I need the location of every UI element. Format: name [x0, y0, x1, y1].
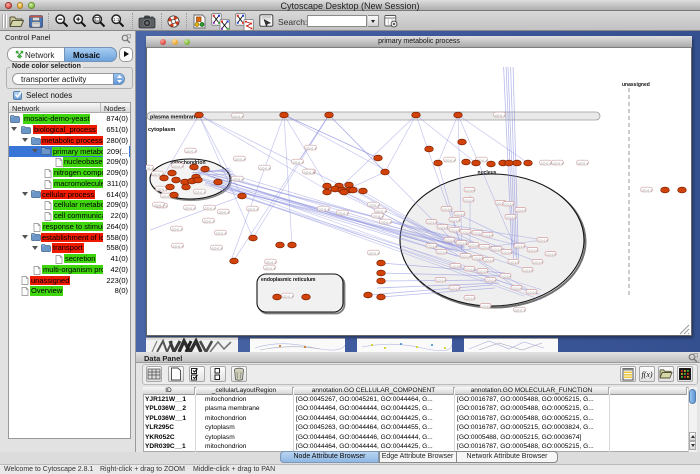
svg-text:GO-0.4: GO-0.4 [504, 202, 514, 206]
svg-text:GO-0..4: GO-0..4 [195, 190, 206, 194]
svg-text:GO-0..4: GO-0..4 [260, 166, 271, 170]
svg-text:GO-0.4: GO-0.4 [465, 188, 475, 192]
svg-text:GO-0..4: GO-0..4 [293, 160, 304, 164]
svg-text:GO-0..4: GO-0..4 [306, 146, 317, 150]
svg-text:GO-0..4: GO-0..4 [173, 244, 184, 248]
svg-text:GO-0..4: GO-0..4 [541, 161, 552, 165]
svg-text:GO-0.4: GO-0.4 [486, 278, 496, 282]
svg-text:GO-0.4: GO-0.4 [515, 244, 525, 248]
svg-text:GO-0..4: GO-0..4 [185, 206, 196, 210]
svg-text:GO-0..4: GO-0..4 [233, 114, 244, 118]
svg-text:GO-0.4: GO-0.4 [483, 233, 493, 237]
svg-text:GO-0..4: GO-0..4 [219, 210, 230, 214]
svg-text:GO-0..4: GO-0..4 [381, 220, 392, 224]
svg-text:GO-0.4: GO-0.4 [457, 241, 467, 245]
svg-text:GO-0..4: GO-0..4 [212, 246, 223, 250]
svg-text:GO-0..4: GO-0..4 [445, 158, 456, 162]
svg-text:GO-0.4: GO-0.4 [437, 250, 447, 254]
svg-text:GO-0..4: GO-0..4 [553, 161, 564, 165]
svg-text:GO-0.4: GO-0.4 [501, 274, 511, 278]
svg-text:GO-0.4: GO-0.4 [461, 230, 471, 234]
svg-text:GO-0..4: GO-0..4 [369, 203, 380, 207]
svg-text:GO-0..4: GO-0..4 [216, 231, 227, 235]
svg-text:GO-0..4: GO-0..4 [304, 170, 315, 174]
svg-text:GO-0.4: GO-0.4 [528, 248, 538, 252]
svg-text:GO-0.4: GO-0.4 [546, 252, 556, 256]
svg-text:f(x): f(x) [641, 370, 652, 379]
svg-text:GO-0.4: GO-0.4 [484, 258, 494, 262]
svg-text:1:1: 1:1 [113, 17, 120, 22]
svg-text:GO-0.4: GO-0.4 [502, 250, 512, 254]
svg-text:GO-0..4: GO-0..4 [495, 113, 506, 117]
svg-text:GO-0.4: GO-0.4 [436, 278, 446, 282]
svg-text:GO-0.4: GO-0.4 [465, 267, 475, 271]
svg-text:GO-0..4: GO-0..4 [173, 164, 184, 168]
svg-text:GO-0.4: GO-0.4 [480, 245, 490, 249]
svg-text:cytoplasm: cytoplasm [148, 127, 175, 133]
svg-text:GO-0..4: GO-0..4 [146, 166, 154, 170]
svg-text:GO-0.4: GO-0.4 [445, 238, 455, 242]
svg-text:GO-0.4: GO-0.4 [516, 208, 526, 212]
svg-text:GO-0.4: GO-0.4 [473, 231, 483, 235]
svg-text:GO-0..4: GO-0..4 [186, 149, 197, 153]
svg-text:GO-0..4: GO-0..4 [642, 188, 653, 192]
svg-text:GO-0.4: GO-0.4 [478, 269, 488, 273]
svg-text:GO-0.4: GO-0.4 [527, 290, 537, 294]
svg-text:GO-0.4: GO-0.4 [481, 304, 491, 308]
svg-text:GO-0..4: GO-0..4 [338, 211, 349, 215]
svg-text:GO-0.4: GO-0.4 [438, 225, 448, 229]
svg-text:endoplasmic reticulum: endoplasmic reticulum [261, 277, 316, 283]
svg-text:GO-0.4: GO-0.4 [450, 286, 460, 290]
svg-text:GO-0.4: GO-0.4 [469, 243, 479, 247]
svg-text:GO-0..4: GO-0..4 [515, 308, 526, 312]
svg-text:unassigned: unassigned [622, 82, 650, 88]
svg-text:GO-0..4: GO-0..4 [235, 157, 246, 161]
svg-text:GO-0..4: GO-0..4 [283, 294, 294, 298]
svg-text:GO-0.4: GO-0.4 [512, 286, 522, 290]
svg-text:GO-0..4: GO-0..4 [578, 161, 589, 165]
svg-text:GO-0.4: GO-0.4 [492, 247, 502, 251]
svg-text:GO-0..4: GO-0..4 [172, 227, 183, 231]
svg-text:plasma membrane: plasma membrane [150, 115, 198, 121]
svg-text:GO-0.4: GO-0.4 [533, 260, 543, 264]
svg-text:GO-0.4: GO-0.4 [451, 264, 461, 268]
svg-text:GO-0.4: GO-0.4 [450, 228, 460, 232]
svg-text:GO-0.4: GO-0.4 [427, 244, 437, 248]
svg-text:GO-0..4: GO-0..4 [205, 206, 216, 210]
svg-text:GO-0..4: GO-0..4 [154, 203, 165, 207]
svg-text:GO-0.4: GO-0.4 [538, 238, 548, 242]
svg-text:GO-0.4: GO-0.4 [506, 215, 516, 219]
svg-text:nucleus: nucleus [478, 170, 497, 176]
svg-text:GO-0..4: GO-0..4 [319, 207, 330, 211]
svg-text:GO-0..4: GO-0..4 [369, 251, 380, 255]
svg-text:GO-0..4: GO-0..4 [204, 219, 215, 223]
svg-text:GO-0.4: GO-0.4 [427, 220, 437, 224]
svg-text:GO-0.4: GO-0.4 [455, 212, 465, 216]
svg-text:GO-0.4: GO-0.4 [523, 268, 533, 272]
svg-text:GO-0.4: GO-0.4 [473, 256, 483, 260]
svg-text:GO-0..4: GO-0..4 [233, 177, 244, 181]
svg-text:GO-0.4: GO-0.4 [465, 296, 475, 300]
svg-text:GO-0..4: GO-0..4 [265, 266, 276, 270]
svg-text:GO-0..4: GO-0..4 [376, 209, 387, 213]
svg-text:GO-0.4: GO-0.4 [464, 198, 474, 202]
svg-text:GO-0.4: GO-0.4 [450, 218, 460, 222]
svg-text:GO-0..4: GO-0..4 [373, 214, 384, 218]
svg-text:GO-0.4: GO-0.4 [509, 260, 519, 264]
svg-text:GO-0..4: GO-0..4 [266, 260, 277, 264]
svg-text:GO-0..4: GO-0..4 [248, 207, 259, 211]
svg-text:GO-0.4: GO-0.4 [442, 207, 452, 211]
svg-text:GO-0.4: GO-0.4 [461, 254, 471, 258]
